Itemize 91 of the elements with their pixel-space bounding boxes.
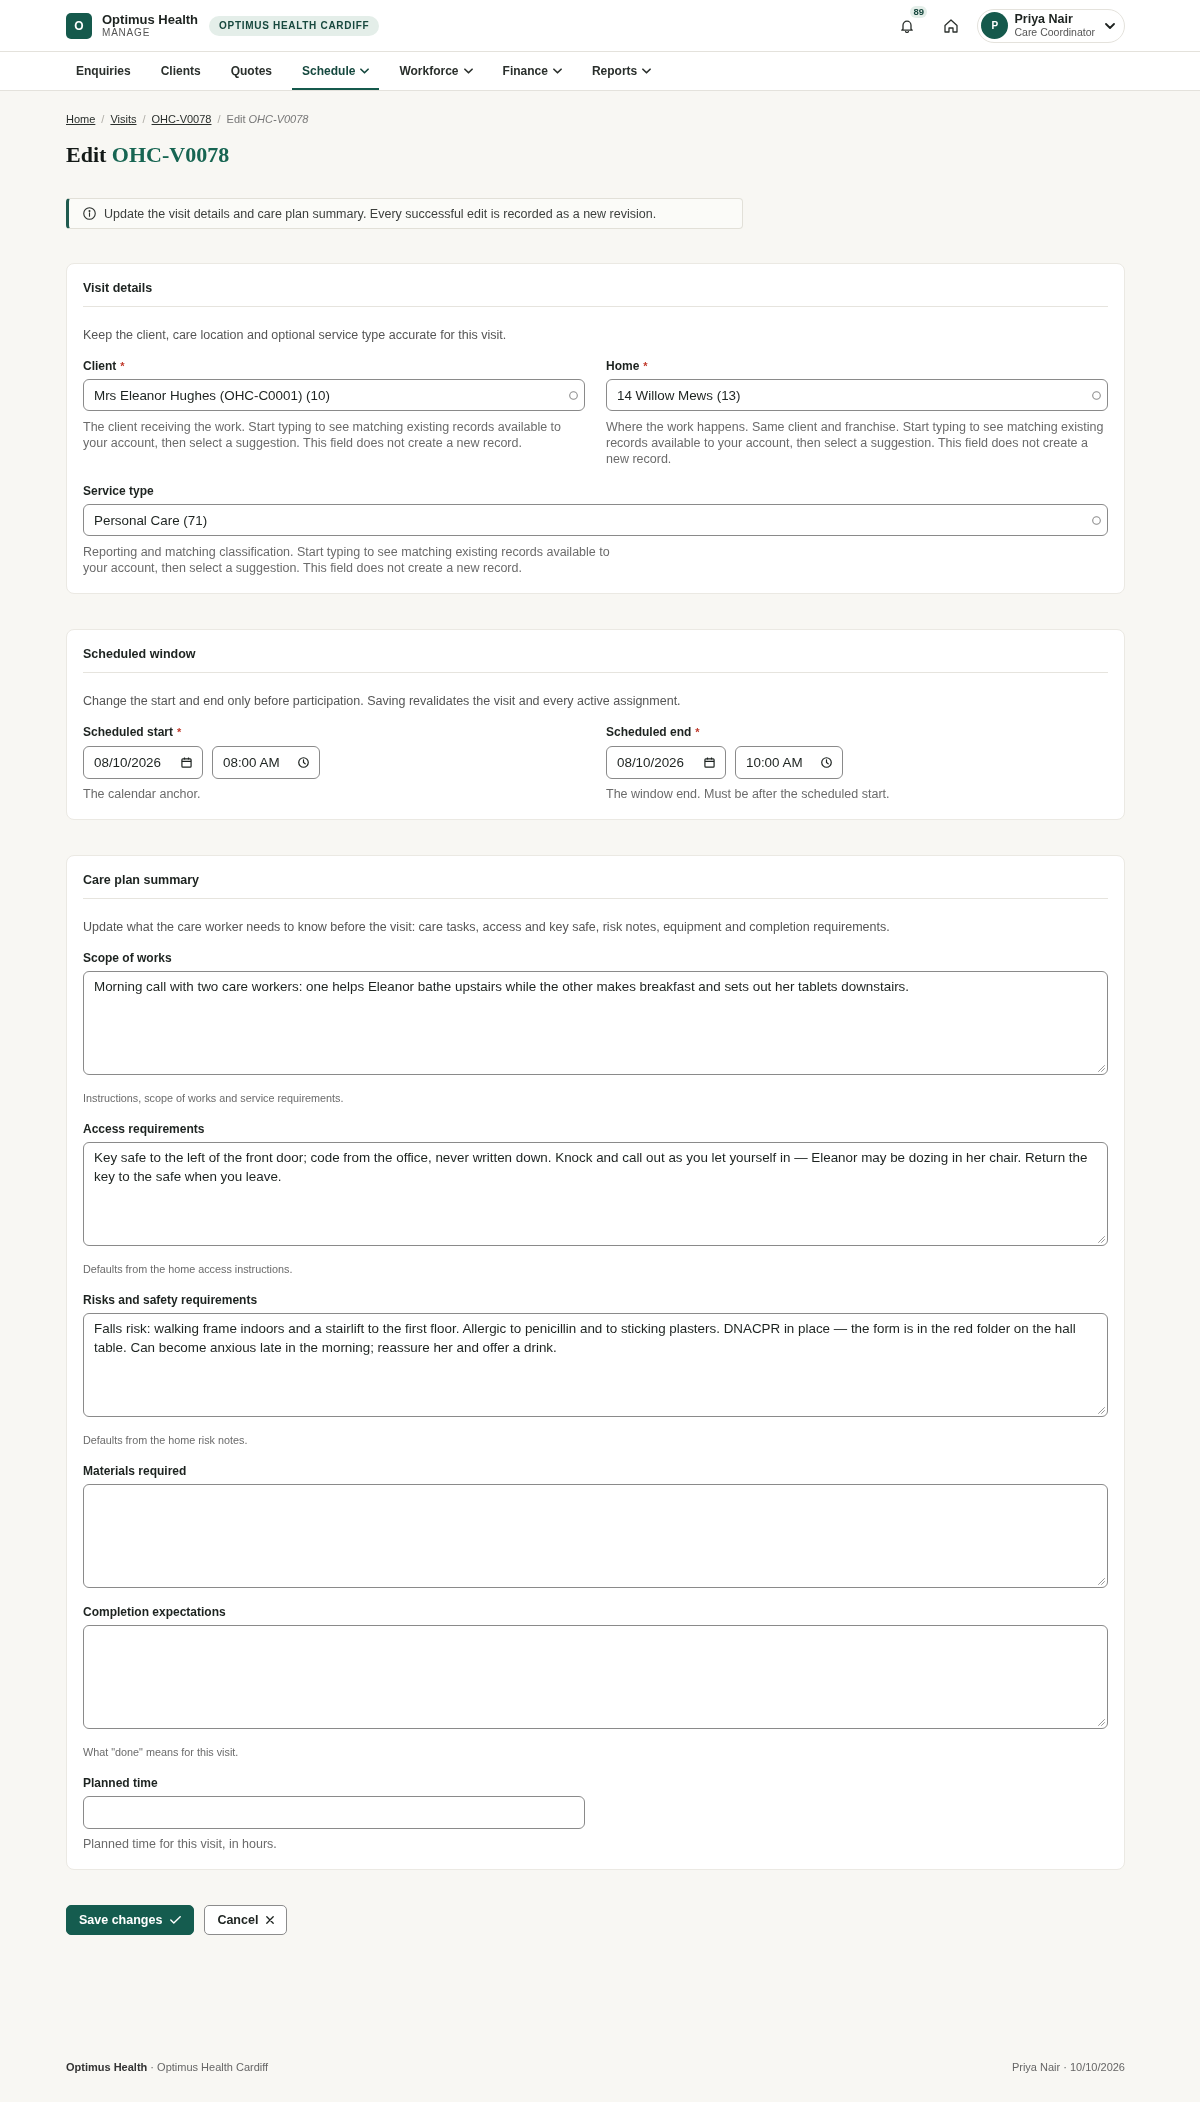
- check-icon: [170, 1916, 182, 1924]
- time-field[interactable]: 10:00 AM: [735, 746, 843, 779]
- calendar-icon: [181, 757, 192, 768]
- text-area[interactable]: [83, 1625, 1108, 1729]
- field-label: Home: [606, 358, 640, 374]
- field-label: Scheduled start: [83, 724, 174, 740]
- ring-icon: [1092, 390, 1101, 400]
- notice-text: Update the visit details and care plan summary. Every successful edit is recorded as a new revision.: [104, 206, 657, 221]
- section-title: Visit details: [83, 280, 154, 297]
- field-label: Completion expectations: [83, 1604, 226, 1620]
- text-area[interactable]: Falls risk: walking frame indoors and a stairlift to the first floor. Allergic to penicillin and to sticking plasters. DNACPR in place — the form is in the red folder on the hall table. Can become anxious late in the morning; reassure her and offer a drink.: [83, 1313, 1108, 1417]
- breadcrumb-separator: /: [101, 112, 105, 126]
- ring-icon: [569, 390, 578, 400]
- page-title: Edit OHC-V0078: [66, 142, 231, 168]
- section-description: Keep the client, care location and optional service type accurate for this visit.: [83, 327, 508, 344]
- number-field[interactable]: [83, 1796, 585, 1829]
- home-icon[interactable]: [944, 18, 959, 33]
- bell-icon[interactable]: [900, 18, 915, 33]
- breadcrumb-link[interactable]: Home: [66, 112, 96, 126]
- ring-icon: [1092, 515, 1101, 525]
- nav-tab[interactable]: Schedule: [292, 52, 380, 90]
- clock-icon: [298, 757, 309, 768]
- help-text: The client receiving the work. Start typing to see matching existing records available to your account, then select a suggestion. This field does not create a new record.: [83, 419, 562, 451]
- brand-subtitle: MANAGE: [102, 27, 152, 39]
- breadcrumb-link[interactable]: OHC-V0078: [151, 112, 212, 126]
- footer-user-text: Priya Nair · 10/10/2026: [1011, 2060, 1125, 2074]
- save-button[interactable]: Save changes: [66, 1905, 195, 1935]
- help-text: Defaults from the home access instructions.: [83, 1262, 294, 1276]
- help-text: The calendar anchor.: [83, 786, 202, 802]
- help-text: Planned time for this visit, in hours.: [83, 1836, 278, 1852]
- nav-tab[interactable]: Workforce: [389, 52, 483, 90]
- footer-org-text: Optimus Health · Optimus Health Cardiff: [66, 2060, 269, 2074]
- lookup-field[interactable]: Personal Care (71): [83, 504, 1108, 536]
- chevron-down-icon: [1105, 22, 1115, 29]
- field-label: Scope of works: [83, 950, 172, 966]
- lookup-field[interactable]: 14 Willow Mews (13): [606, 379, 1108, 411]
- field-label: Service type: [83, 483, 154, 499]
- breadcrumb-link[interactable]: Visits: [110, 112, 137, 126]
- avatar: P: [981, 12, 1009, 39]
- user-role: Care Coordinator: [1014, 26, 1095, 39]
- text-area[interactable]: Morning call with two care workers: one helps Eleanor bathe upstairs while the other makes breakfast and sets out her tablets downstairs.: [83, 971, 1108, 1075]
- resize-handle-icon[interactable]: [1098, 1407, 1105, 1414]
- breadcrumb-current: Edit OHC-V0078: [226, 112, 309, 126]
- nav-tab[interactable]: Enquiries: [66, 52, 141, 90]
- user-name: Priya Nair: [1014, 12, 1073, 26]
- section-title: Care plan summary: [83, 872, 201, 889]
- help-text: Where the work happens. Same client and franchise. Start typing to see matching existing records available to your account, then select a suggestion. This field does not create a new record.: [606, 419, 1105, 467]
- info-icon: [83, 207, 96, 220]
- clock-icon: [821, 757, 832, 768]
- field-label: Materials required: [83, 1463, 187, 1479]
- date-field[interactable]: 08/10/2026: [606, 746, 726, 779]
- resize-handle-icon[interactable]: [1098, 1236, 1105, 1243]
- lookup-field[interactable]: Mrs Eleanor Hughes (OHC-C0001) (10): [83, 379, 585, 411]
- text-area[interactable]: [83, 1484, 1108, 1588]
- required-mark: *: [643, 359, 648, 374]
- help-text: Reporting and matching classification. Start typing to see matching existing records available to your account, then select a suggestion. This field does not create a new record.: [83, 544, 611, 576]
- org-badge: OPTIMUS HEALTH CARDIFF: [209, 15, 380, 36]
- resize-handle-icon[interactable]: [1098, 1578, 1105, 1585]
- brand-name: Optimus Health: [102, 12, 199, 27]
- logo-mark[interactable]: O: [66, 12, 92, 39]
- close-icon: [266, 1916, 275, 1924]
- text-area[interactable]: Key safe to the left of the front door; code from the office, never written down. Knock and call out as you let yourself in — Eleanor may be dozing in her chair. Return the key to the safe when you leave.: [83, 1142, 1108, 1246]
- nav-tab[interactable]: Quotes: [220, 52, 283, 90]
- help-text: Instructions, scope of works and service requirements.: [83, 1091, 345, 1105]
- field-label: Scheduled end: [606, 724, 692, 740]
- field-label: Client: [83, 358, 117, 374]
- section-description: Update what the care worker needs to know before the visit: care tasks, access and key safe, risk notes, equipment and completion requirements.: [83, 919, 891, 936]
- help-text: What "done" means for this visit.: [83, 1745, 240, 1759]
- time-field[interactable]: 08:00 AM: [212, 746, 320, 779]
- nav-tab[interactable]: Clients: [150, 52, 211, 90]
- field-label: Planned time: [83, 1775, 158, 1791]
- user-menu-button[interactable]: P Priya Nair Care Coordinator: [977, 8, 1125, 43]
- required-mark: *: [695, 725, 700, 740]
- required-mark: *: [120, 359, 125, 374]
- resize-handle-icon[interactable]: [1098, 1719, 1105, 1726]
- help-text: Defaults from the home risk notes.: [83, 1433, 249, 1447]
- help-text: The window end. Must be after the scheduled start.: [606, 786, 891, 802]
- notification-count: 89: [910, 5, 928, 18]
- calendar-icon: [704, 757, 715, 768]
- breadcrumb-separator: /: [142, 112, 146, 126]
- date-field[interactable]: 08/10/2026: [83, 746, 203, 779]
- section-description: Change the start and end only before participation. Saving revalidates the visit and every active assignment.: [83, 693, 682, 710]
- cancel-button[interactable]: Cancel: [204, 1905, 288, 1935]
- section-title: Scheduled window: [83, 646, 197, 663]
- nav-tab[interactable]: Reports: [581, 52, 662, 90]
- nav-tab[interactable]: Finance: [492, 52, 572, 90]
- field-label: Risks and safety requirements: [83, 1292, 258, 1308]
- breadcrumb-separator: /: [217, 112, 221, 126]
- resize-handle-icon[interactable]: [1098, 1065, 1105, 1072]
- required-mark: *: [177, 725, 182, 740]
- field-label: Access requirements: [83, 1121, 205, 1137]
